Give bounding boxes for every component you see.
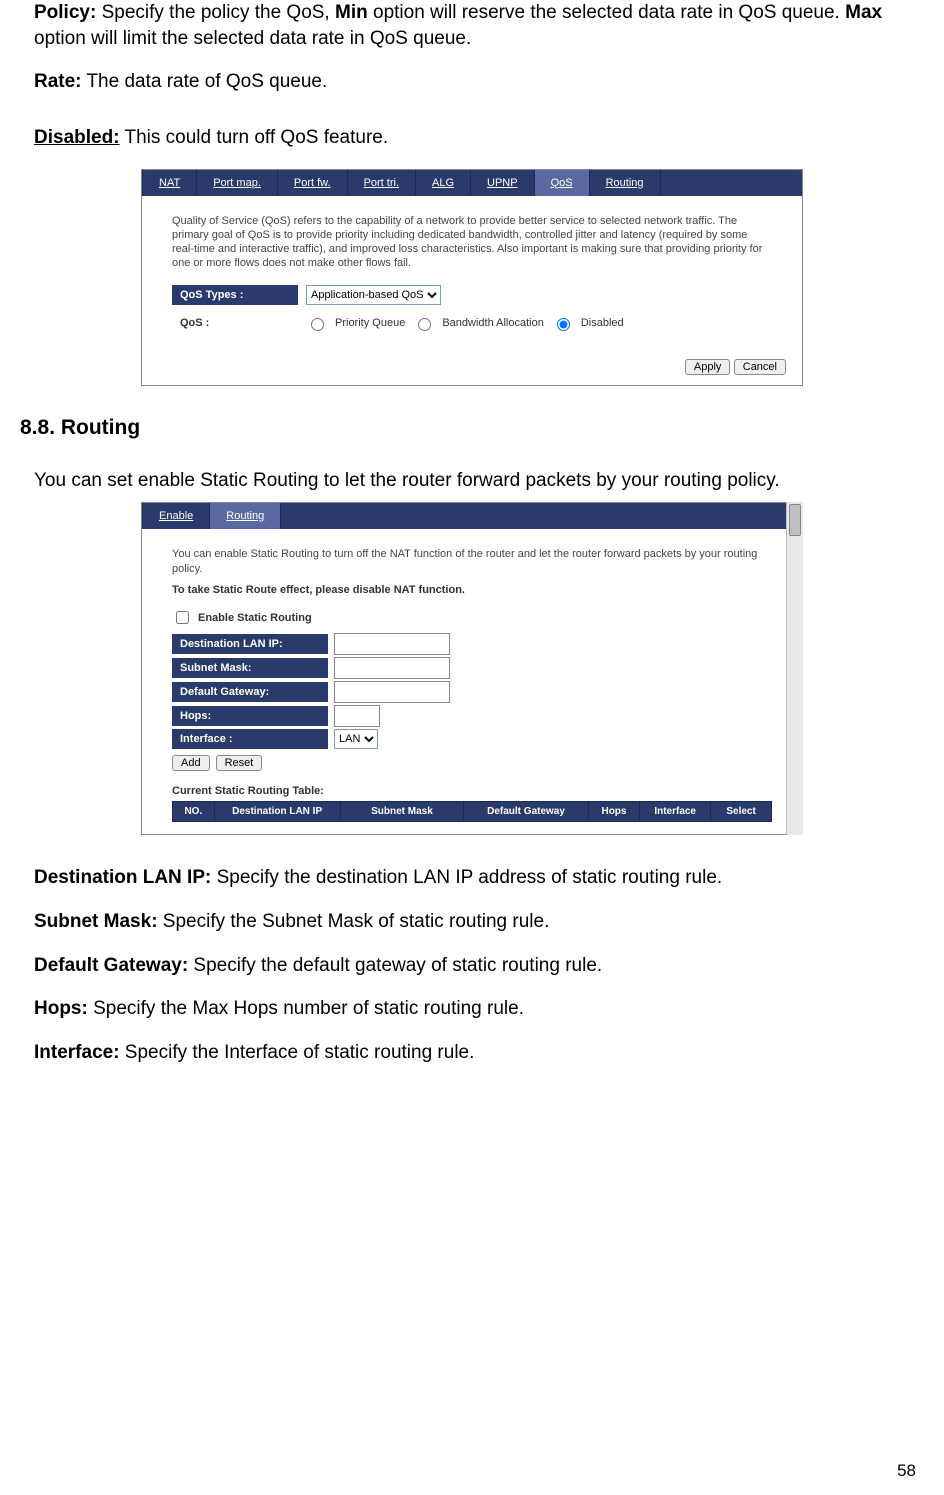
radio-disabled[interactable] [557,318,570,331]
col-no: NO. [173,802,215,822]
rate-paragraph: Rate: The data rate of QoS queue. [34,69,924,95]
tab-nat[interactable]: NAT [142,170,197,196]
disabled-label: Disabled: [34,127,120,148]
tab-port-map[interactable]: Port map. [197,170,278,196]
tab-port-fw[interactable]: Port fw. [278,170,348,196]
disabled-paragraph: Disabled: This could turn off QoS featur… [34,125,924,151]
tab-alg[interactable]: ALG [416,170,471,196]
apply-button[interactable]: Apply [685,359,731,375]
def-iface: Interface: Specify the Interface of stat… [34,1040,924,1066]
cancel-button[interactable]: Cancel [734,359,786,375]
scrollbar[interactable] [786,502,803,836]
dest-lan-ip-label: Destination LAN IP: [172,634,328,654]
tab-upnp[interactable]: UPNP [471,170,535,196]
routing-table: NO. Destination LAN IP Subnet Mask Defau… [172,801,772,822]
routing-table-title: Current Static Routing Table: [172,785,772,797]
tab-enable[interactable]: Enable [142,503,210,529]
qos-description: Quality of Service (QoS) refers to the c… [172,214,772,271]
def-hops: Hops: Specify the Max Hops number of sta… [34,996,924,1022]
add-button[interactable]: Add [172,755,210,771]
routing-tabs: Enable Routing [142,503,802,529]
policy-paragraph: Policy: Specify the policy the QoS, Min … [34,0,924,51]
radio-bandwidth-allocation-label: Bandwidth Allocation [442,317,544,329]
radio-priority-queue[interactable] [311,318,324,331]
tab-port-tri[interactable]: Port tri. [348,170,416,196]
subnet-mask-label: Subnet Mask: [172,658,328,678]
tab-routing-2[interactable]: Routing [210,503,281,529]
radio-bandwidth-allocation[interactable] [418,318,431,331]
col-dest-lan-ip: Destination LAN IP [214,802,340,822]
scrollbar-thumb[interactable] [789,504,801,536]
reset-button[interactable]: Reset [216,755,263,771]
qos-mode-label: QoS : [172,313,298,333]
section-heading: 8.8. Routing [20,416,924,440]
col-subnet-mask: Subnet Mask [340,802,464,822]
radio-disabled-label: Disabled [581,317,624,329]
qos-tabs: NAT Port map. Port fw. Port tri. ALG UPN… [142,170,802,196]
hops-label: Hops: [172,706,328,726]
routing-warning: To take Static Route effect, please disa… [172,584,772,596]
qos-panel: NAT Port map. Port fw. Port tri. ALG UPN… [141,169,803,386]
enable-static-routing-checkbox[interactable] [176,611,189,624]
subnet-mask-input[interactable] [334,657,450,679]
rate-label: Rate: [34,71,82,92]
def-dest: Destination LAN IP: Specify the destinat… [34,865,924,891]
def-mask: Subnet Mask: Specify the Subnet Mask of … [34,909,924,935]
tab-qos[interactable]: QoS [535,170,590,196]
enable-static-routing-label: Enable Static Routing [198,612,312,624]
dest-lan-ip-input[interactable] [334,633,450,655]
col-interface: Interface [640,802,711,822]
interface-label: Interface : [172,729,328,749]
col-hops: Hops [588,802,639,822]
def-gw: Default Gateway: Specify the default gat… [34,953,924,979]
routing-panel: Enable Routing You can enable Static Rou… [141,502,803,836]
default-gateway-label: Default Gateway: [172,682,328,702]
policy-label: Policy: [34,2,96,23]
radio-priority-queue-label: Priority Queue [335,317,405,329]
section-intro: You can set enable Static Routing to let… [34,470,924,492]
routing-description: You can enable Static Routing to turn of… [172,547,772,577]
qos-types-select[interactable]: Application-based QoS [306,285,441,305]
col-default-gateway: Default Gateway [464,802,588,822]
default-gateway-input[interactable] [334,681,450,703]
hops-input[interactable] [334,705,380,727]
qos-radio-set: Priority Queue Bandwidth Allocation Disa… [306,315,624,331]
interface-select[interactable]: LAN [334,729,378,749]
col-select: Select [711,802,772,822]
qos-types-label: QoS Types : [172,285,298,305]
page-number: 58 [897,1461,916,1481]
tab-routing[interactable]: Routing [590,170,661,196]
